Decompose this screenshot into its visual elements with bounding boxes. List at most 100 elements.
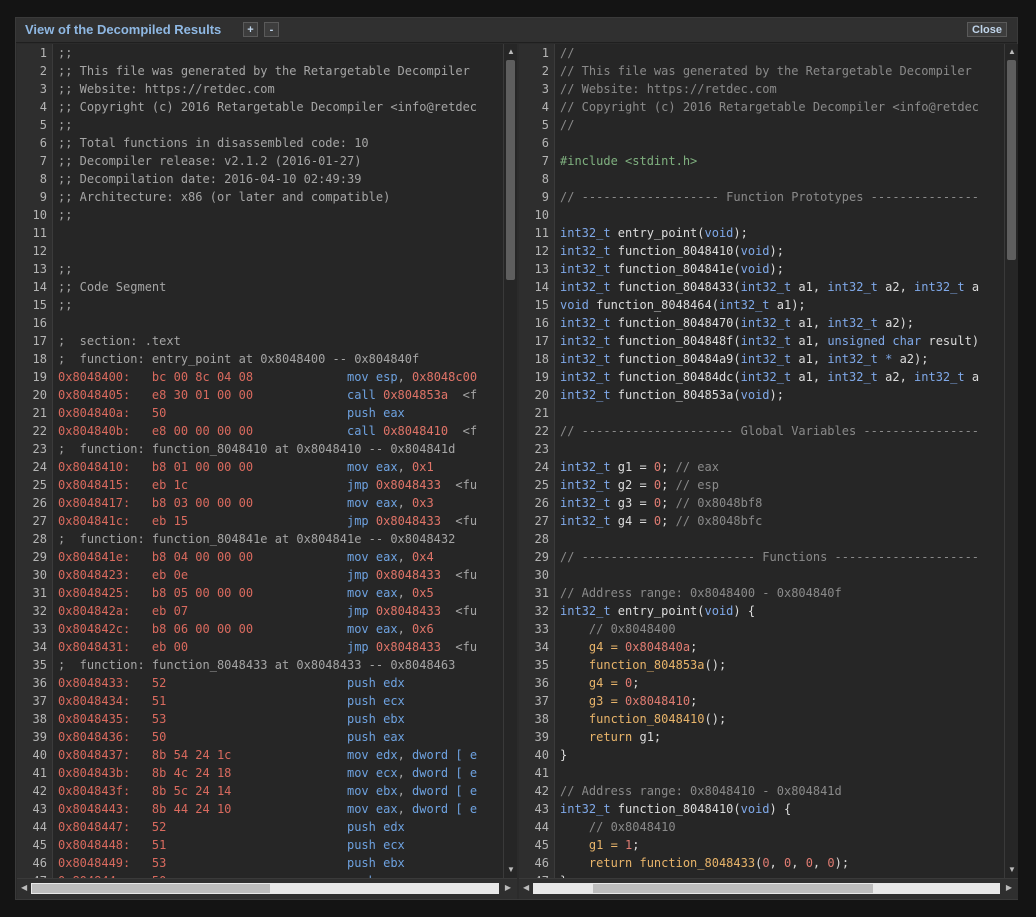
scroll-up-arrow-icon[interactable]: ▲ bbox=[1005, 48, 1018, 56]
c-source-horizontal-track[interactable] bbox=[533, 883, 1000, 894]
line-number: 5 bbox=[541, 118, 549, 132]
code-token: 0x8048437: 8b 54 24 1c bbox=[58, 748, 347, 762]
disassembly-horizontal-scrollbar[interactable]: ◀ ▶ bbox=[17, 878, 517, 899]
code-text: ; function: function_804841e at 0x804841… bbox=[58, 530, 455, 548]
code-text: return function_8048433(0, 0, 0, 0); bbox=[560, 854, 849, 872]
line-number: 38 bbox=[32, 712, 47, 726]
code-token: return bbox=[560, 856, 640, 870]
code-token: g1 = bbox=[617, 460, 654, 474]
code-text: 0x8048425: b8 05 00 00 00 mov eax, 0x5 bbox=[58, 584, 434, 602]
code-token: mov ebx bbox=[346, 784, 398, 798]
close-button[interactable]: Close bbox=[967, 22, 1007, 37]
line-number: 3 bbox=[541, 82, 549, 96]
code-token: // 0x8048bfc bbox=[675, 514, 763, 528]
line-number: 15 bbox=[32, 298, 47, 312]
code-token: g4 = bbox=[560, 676, 626, 690]
code-token: , bbox=[791, 856, 806, 870]
zoom-out-button[interactable]: - bbox=[264, 22, 279, 37]
code-token: call bbox=[346, 424, 384, 438]
code-text: g1 = 1; bbox=[560, 836, 640, 854]
code-token: mov bbox=[346, 370, 376, 384]
code-token: push ebx bbox=[346, 856, 405, 870]
code-text: g4 = 0x804840a; bbox=[560, 638, 697, 656]
zoom-in-button[interactable]: + bbox=[243, 22, 258, 37]
code-text: 0x804841c: eb 15 jmp 0x8048433 <fu bbox=[58, 512, 477, 530]
c-source-vertical-scrollbar[interactable]: ▲ ▼ bbox=[1004, 44, 1018, 878]
scroll-right-arrow-icon[interactable]: ▶ bbox=[505, 884, 511, 892]
code-token: function_804848f( bbox=[617, 334, 741, 348]
code-token: int32_t bbox=[560, 352, 618, 366]
code-token: , bbox=[397, 784, 413, 798]
scroll-left-arrow-icon[interactable]: ◀ bbox=[21, 884, 27, 892]
code-token: <f bbox=[448, 388, 478, 402]
code-text: 0x8048405: e8 30 01 00 00 call 0x804853a… bbox=[58, 386, 477, 404]
code-token: 0x804840a: 50 bbox=[58, 406, 347, 420]
line-number: 24 bbox=[32, 460, 47, 474]
disassembly-code[interactable]: 1;; 2 ;; This file was generated by the Re… bbox=[17, 44, 503, 878]
c-source-horizontal-scrollbar[interactable]: ◀ ▶ bbox=[519, 878, 1018, 899]
code-token: ; function: function_804841e at 0x804841… bbox=[58, 532, 456, 546]
line-number: 10 bbox=[534, 208, 549, 222]
line-number: 40 bbox=[32, 748, 47, 762]
line-number: 35 bbox=[32, 658, 47, 672]
code-token: , bbox=[812, 856, 828, 870]
scroll-down-arrow-icon[interactable]: ▼ bbox=[1005, 866, 1018, 874]
code-token: <fu bbox=[440, 568, 478, 582]
line-number: 9 bbox=[541, 190, 549, 204]
scroll-left-arrow-icon[interactable]: ◀ bbox=[523, 884, 529, 892]
line-number: 25 bbox=[534, 478, 549, 492]
disassembly-horizontal-scroll-thumb[interactable] bbox=[32, 884, 270, 893]
code-token: g1; bbox=[639, 730, 662, 744]
disassembly-vertical-scroll-thumb[interactable] bbox=[506, 60, 515, 280]
code-text: 0x804842a: eb 07 jmp 0x8048433 <fu bbox=[58, 602, 477, 620]
code-text: 0x8048437: 8b 54 24 1c mov edx, dword [ … bbox=[58, 746, 477, 764]
code-token: esp bbox=[375, 370, 398, 384]
window-title: View of the Decompiled Results bbox=[25, 22, 222, 37]
line-number: 2 bbox=[541, 64, 549, 78]
line-number: 32 bbox=[32, 604, 47, 618]
line-number: 36 bbox=[534, 676, 549, 690]
code-token: // ------------------- Function Prototyp… bbox=[560, 190, 980, 204]
code-token: ;; Copyright (c) 2016 Retargetable Decom… bbox=[58, 100, 478, 114]
line-number: 24 bbox=[534, 460, 549, 474]
line-number: 9 bbox=[39, 190, 47, 204]
disassembly-horizontal-track[interactable] bbox=[31, 883, 499, 894]
code-text: int32_t function_804853a(void); bbox=[560, 386, 784, 404]
code-token: 0x8048433 bbox=[375, 568, 441, 582]
code-token: 0x8048405: e8 30 01 00 00 bbox=[58, 388, 347, 402]
line-number: 19 bbox=[534, 370, 549, 384]
code-token: ;; Website: https://retdec.com bbox=[58, 82, 275, 96]
line-number: 46 bbox=[534, 856, 549, 870]
code-text: ;; bbox=[58, 206, 72, 224]
code-token: g3 = bbox=[560, 694, 626, 708]
code-token: 0x8048433: 52 bbox=[58, 676, 347, 690]
line-number: 6 bbox=[541, 136, 549, 150]
code-text: ;; bbox=[58, 44, 72, 62]
scroll-right-arrow-icon[interactable]: ▶ bbox=[1006, 884, 1012, 892]
line-number: 26 bbox=[32, 496, 47, 510]
code-token: ; function: entry_point at 0x8048400 -- … bbox=[58, 352, 420, 366]
line-number: 44 bbox=[32, 820, 47, 834]
code-text: 0x8048435: 53 push ebx bbox=[58, 710, 405, 728]
code-token: 0x5 bbox=[412, 586, 434, 600]
line-number: 27 bbox=[534, 514, 549, 528]
c-source-pane[interactable]: 1 // 2 // This file was generated by the Re… bbox=[519, 44, 1018, 899]
code-text: ;; bbox=[58, 116, 72, 134]
scroll-up-arrow-icon[interactable]: ▲ bbox=[504, 48, 517, 56]
code-token: function_8048433( bbox=[617, 280, 741, 294]
code-token: 0x8048434: 51 bbox=[58, 694, 347, 708]
disassembly-vertical-scrollbar[interactable]: ▲ ▼ bbox=[503, 44, 517, 878]
code-token: int32_t bbox=[560, 244, 618, 258]
code-token: int32_t bbox=[560, 334, 618, 348]
code-token: ; bbox=[690, 694, 698, 708]
line-number: 39 bbox=[32, 730, 47, 744]
c-source-horizontal-scroll-thumb[interactable] bbox=[593, 884, 873, 893]
c-source-vertical-scroll-thumb[interactable] bbox=[1007, 60, 1016, 260]
code-token: int32_t bbox=[560, 370, 618, 384]
code-text: ;; bbox=[58, 296, 72, 314]
c-source-code[interactable]: 1 // 2 // This file was generated by the Re… bbox=[519, 44, 1004, 878]
disassembly-pane[interactable]: 1;; 2 ;; This file was generated by the Re… bbox=[17, 44, 517, 899]
code-text: // Address range: 0x8048410 - 0x804841d bbox=[560, 782, 842, 800]
scroll-down-arrow-icon[interactable]: ▼ bbox=[504, 866, 517, 874]
line-number: 45 bbox=[32, 838, 47, 852]
